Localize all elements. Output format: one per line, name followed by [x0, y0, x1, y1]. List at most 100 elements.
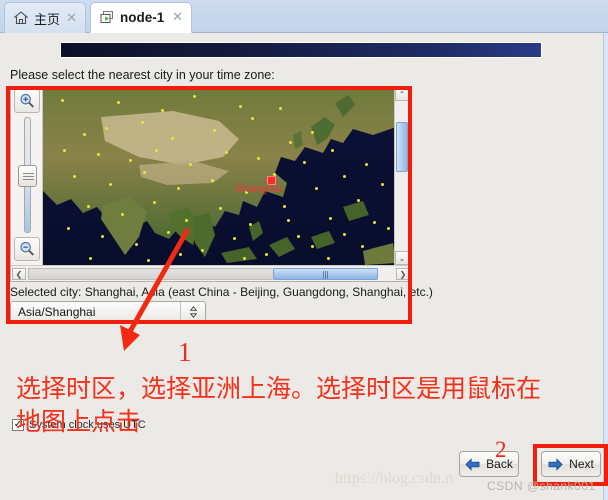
city-dot[interactable]: [185, 219, 188, 222]
selected-city-map-label: Shanghai: [235, 183, 282, 195]
city-dot[interactable]: [329, 217, 332, 220]
tab-node-1[interactable]: node-1 ✕: [90, 2, 192, 33]
chevron-left-icon: ❮: [15, 269, 23, 279]
city-dot[interactable]: [381, 183, 384, 186]
city-dot[interactable]: [121, 213, 124, 216]
city-dot[interactable]: [63, 149, 66, 152]
city-dot[interactable]: [117, 101, 120, 104]
city-dot[interactable]: [233, 237, 236, 240]
city-dot[interactable]: [225, 151, 228, 154]
city-dot[interactable]: [129, 159, 132, 162]
city-dot[interactable]: [257, 157, 260, 160]
city-dot[interactable]: [83, 133, 86, 136]
zoom-in-magnifier-icon[interactable]: [14, 89, 40, 113]
city-dot[interactable]: [265, 253, 268, 256]
city-dot[interactable]: [343, 175, 346, 178]
city-dot[interactable]: [361, 245, 364, 248]
city-dot[interactable]: [251, 117, 254, 120]
console-banner: [60, 42, 542, 58]
close-icon[interactable]: ✕: [171, 11, 184, 24]
tab-home-label: 主页: [34, 11, 61, 27]
city-dot[interactable]: [171, 137, 174, 140]
city-dot[interactable]: [289, 141, 292, 144]
back-button[interactable]: Back: [459, 451, 519, 477]
city-dot[interactable]: [311, 245, 314, 248]
city-dot[interactable]: [143, 171, 146, 174]
annotation-number-2: 2: [495, 437, 507, 462]
watermark-url: https://blog.csdn.n: [335, 470, 454, 487]
city-dot[interactable]: [283, 205, 286, 208]
city-dot[interactable]: [73, 175, 76, 178]
city-dot[interactable]: [201, 249, 204, 252]
scroll-down-button[interactable]: ⌄: [395, 251, 409, 265]
city-dot[interactable]: [193, 95, 196, 98]
selected-city-description: Selected city: Shanghai, Asia (east Chin…: [10, 285, 433, 299]
city-dot[interactable]: [153, 201, 156, 204]
city-dot[interactable]: [213, 129, 216, 132]
chevron-down-icon: ⌄: [398, 253, 406, 263]
city-dot[interactable]: [89, 257, 92, 260]
city-dot[interactable]: [179, 253, 182, 256]
city-dot[interactable]: [105, 127, 108, 130]
home-icon: [13, 10, 29, 26]
city-dot[interactable]: [297, 235, 300, 238]
spinner-arrows-icon[interactable]: [180, 302, 205, 322]
city-dot[interactable]: [373, 221, 376, 224]
city-dot[interactable]: [331, 149, 334, 152]
city-dot[interactable]: [135, 243, 138, 246]
annotation-note: 选择时区，选择亚洲上海。选择时区是用鼠标在 地图上点击: [16, 372, 606, 438]
city-dot[interactable]: [287, 219, 290, 222]
scroll-up-button[interactable]: ⌃: [395, 87, 409, 101]
app-window: 主页 ✕ node-1 ✕ Please select the nearest …: [0, 0, 608, 500]
city-dot[interactable]: [343, 233, 346, 236]
map-horizontal-scroll-thumb[interactable]: |||: [273, 268, 378, 280]
zoom-out-magnifier-icon[interactable]: [14, 237, 40, 261]
city-dot[interactable]: [365, 163, 368, 166]
chevron-up-icon: ⌃: [398, 89, 406, 99]
city-dot[interactable]: [67, 227, 70, 230]
city-dot[interactable]: [147, 259, 150, 262]
city-dot[interactable]: [87, 205, 90, 208]
scroll-right-button[interactable]: ❯: [396, 268, 410, 280]
city-dot[interactable]: [211, 179, 214, 182]
world-map-image[interactable]: Shanghai: [43, 87, 396, 265]
map-hscroll-track[interactable]: [28, 268, 273, 280]
city-dot[interactable]: [387, 227, 390, 230]
map-vertical-scroll-thumb[interactable]: [396, 122, 408, 172]
city-dot[interactable]: [101, 235, 104, 238]
map-horizontal-scrollbar[interactable]: ❮ ||| ❯: [11, 265, 411, 281]
map-zoom-controls: [11, 87, 43, 265]
grip-icon: |||: [322, 269, 329, 279]
tab-home[interactable]: 主页 ✕: [4, 2, 86, 33]
city-dot[interactable]: [243, 257, 246, 260]
timezone-map-widget[interactable]: Shanghai ⌃ ⌄ ❮ ||| ❯: [10, 86, 411, 282]
city-dot[interactable]: [357, 199, 360, 202]
timezone-select[interactable]: Asia/Shanghai: [10, 301, 206, 323]
annotation-number-1: 1: [178, 337, 192, 367]
map-vertical-scrollbar[interactable]: ⌃ ⌄: [394, 87, 409, 265]
city-dot[interactable]: [315, 187, 318, 190]
city-dot[interactable]: [155, 149, 158, 152]
city-dot[interactable]: [249, 223, 252, 226]
city-dot[interactable]: [177, 187, 180, 190]
chevron-right-icon: ❯: [399, 269, 407, 279]
next-button[interactable]: Next: [541, 451, 601, 477]
city-dot[interactable]: [141, 121, 144, 124]
city-dot[interactable]: [109, 183, 112, 186]
city-dot[interactable]: [303, 161, 306, 164]
city-dot[interactable]: [189, 163, 192, 166]
city-dot[interactable]: [167, 231, 170, 234]
map-zoom-slider-handle[interactable]: [18, 165, 37, 187]
city-dot[interactable]: [311, 131, 314, 134]
close-icon[interactable]: ✕: [65, 12, 78, 25]
virtual-machine-icon: [99, 10, 115, 26]
city-dot[interactable]: [219, 207, 222, 210]
city-dot[interactable]: [239, 105, 242, 108]
city-dot[interactable]: [61, 99, 64, 102]
city-dot[interactable]: [327, 257, 330, 260]
city-dot[interactable]: [161, 109, 164, 112]
city-dot[interactable]: [97, 153, 100, 156]
next-button-label: Next: [569, 457, 594, 471]
city-dot[interactable]: [279, 107, 282, 110]
scroll-left-button[interactable]: ❮: [12, 268, 26, 280]
